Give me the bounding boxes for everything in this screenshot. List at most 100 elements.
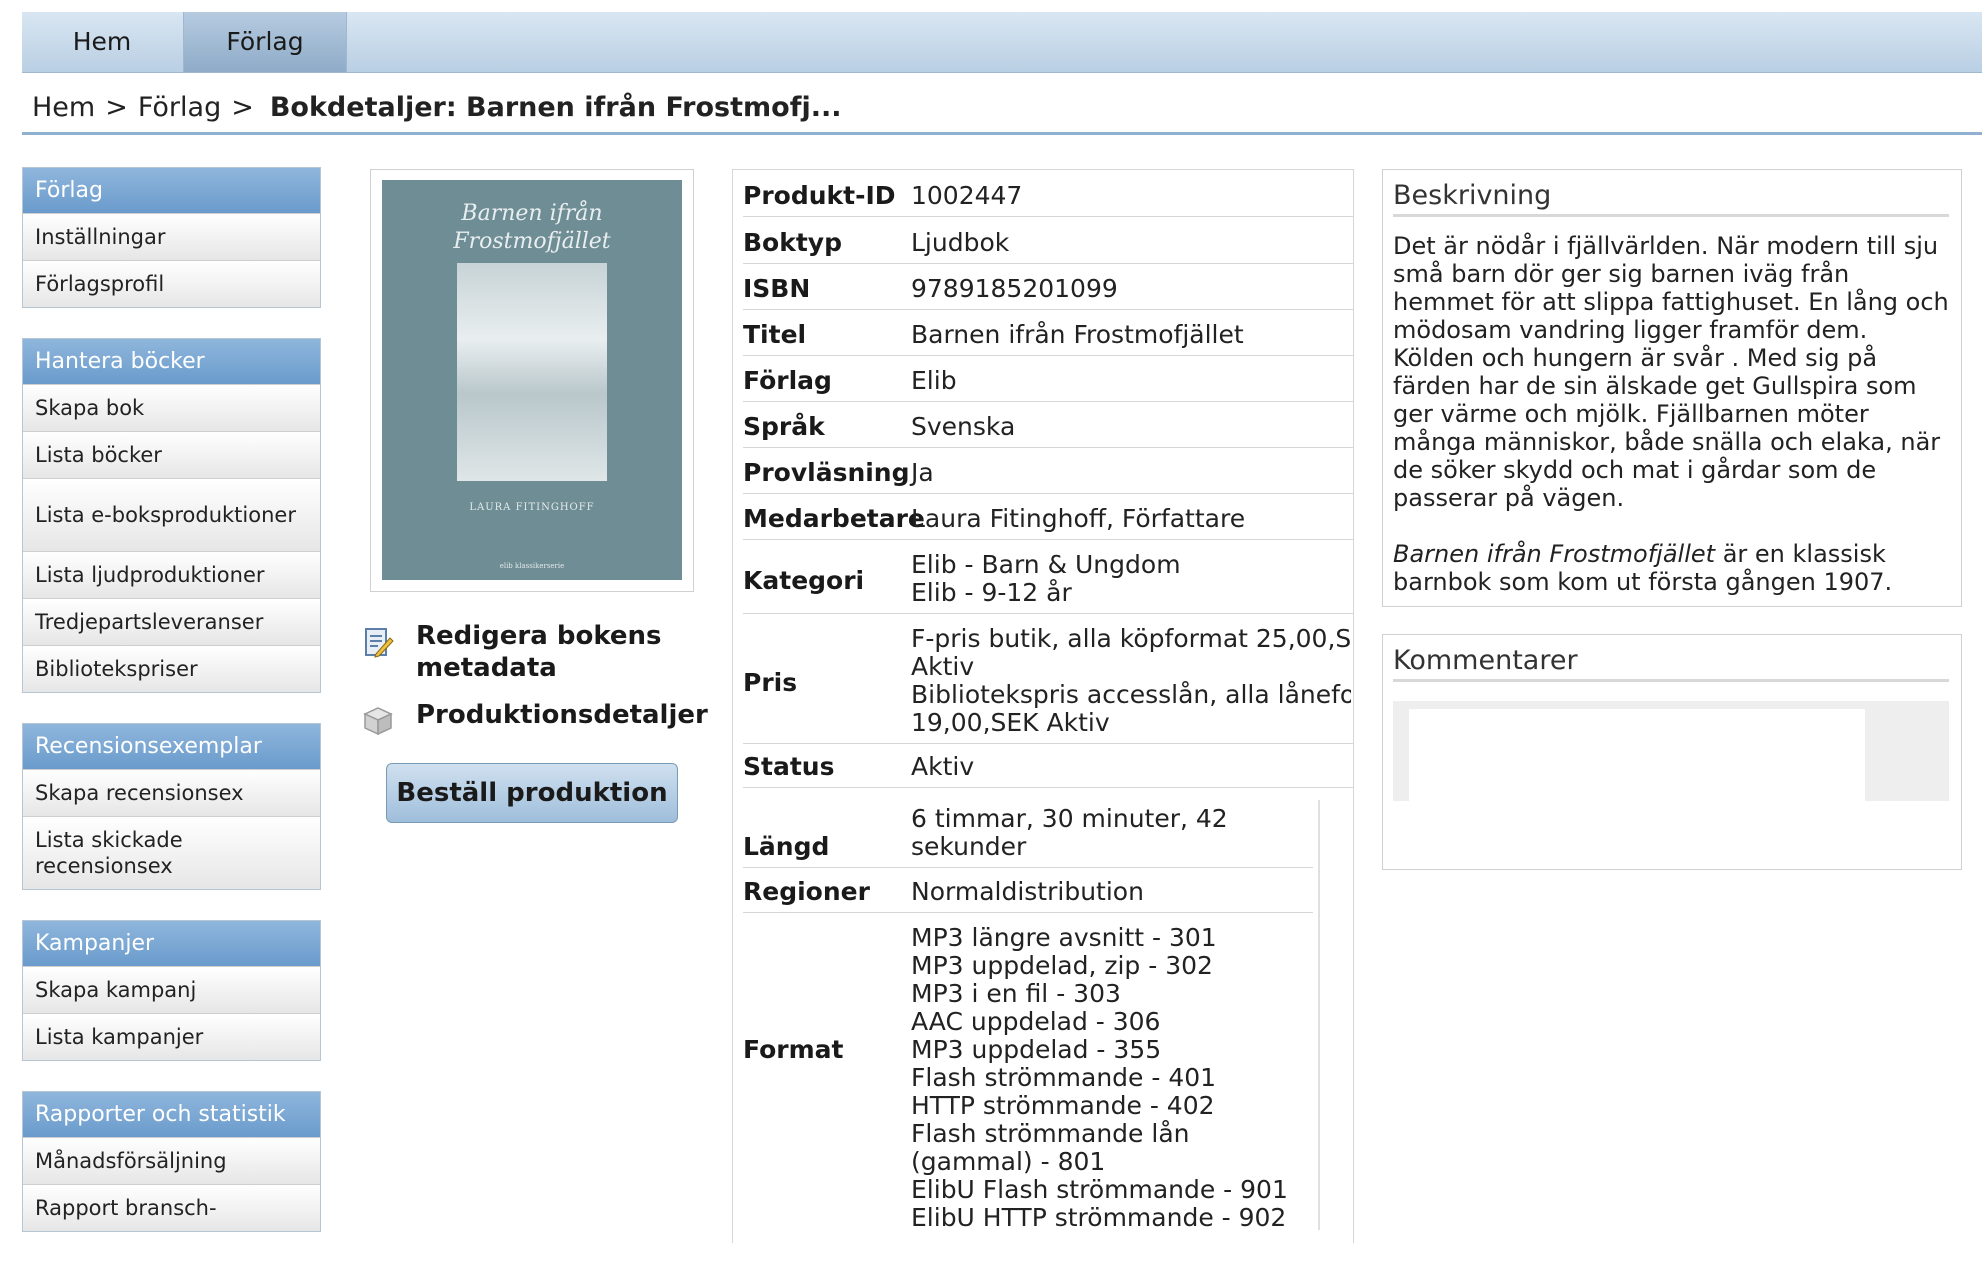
detail-key: Boktyp <box>743 228 842 257</box>
comments-panel: Kommentarer <box>1382 634 1962 870</box>
sidebar-group-hantera-bocker: Hantera böcker Skapa bok Lista böcker Li… <box>22 338 321 693</box>
description-paragraph-2: Barnen ifrån Frostmofjället är en klassi… <box>1393 540 1953 596</box>
detail-row-sprak: Språk Svenska <box>743 413 1353 448</box>
detail-value: Normaldistribution <box>911 877 1144 906</box>
sidebar-group-forlag: Förlag Inställningar Förlagsprofil <box>22 167 321 308</box>
sidebar-item-installningar[interactable]: Inställningar <box>23 213 320 260</box>
detail-key: ISBN <box>743 274 811 303</box>
detail-row-boktyp: Boktyp Ljudbok <box>743 229 1353 264</box>
edit-metadata-action[interactable]: Redigera bokens metadata <box>362 620 686 684</box>
detail-key: Regioner <box>743 877 870 906</box>
book-details-table: Produkt-ID 1002447 Boktyp Ljudbok ISBN 9… <box>732 169 1354 1243</box>
cover-title-line1: Barnen ifrån <box>461 201 603 226</box>
sidebar-item-skapa-kampanj[interactable]: Skapa kampanj <box>23 966 320 1013</box>
detail-row-provlasning: Provläsning Ja <box>743 459 1353 494</box>
sidebar-group-title: Kampanjer <box>23 921 320 966</box>
description-panel: Beskrivning Det är nödår i fjällvärlden.… <box>1382 169 1962 607</box>
sidebar-item-lista-skickade-recensionsex[interactable]: Lista skickade recensionsex <box>23 816 320 889</box>
detail-row-format: Format MP3 längre avsnitt - 301 MP3 uppd… <box>743 924 1313 1243</box>
detail-row-pris: Pris F-pris butik, alla köpformat 25,00,… <box>743 625 1353 744</box>
breadcrumb-hem-link[interactable]: Hem <box>32 92 95 123</box>
breadcrumb-separator: > <box>231 92 254 123</box>
detail-value: MP3 längre avsnitt - 301 MP3 uppdelad, z… <box>911 923 1288 1232</box>
book-cover-image: Barnen ifrån Frostmofjället LAURA FITING… <box>382 180 682 580</box>
detail-key: Status <box>743 752 835 781</box>
comments-area <box>1393 701 1949 801</box>
detail-row-medarbetare: Medarbetare Laura Fitinghoff, Författare <box>743 505 1353 540</box>
sidebar-item-rapport-bransch[interactable]: Rapport bransch- <box>23 1184 320 1231</box>
sidebar-item-lista-bocker[interactable]: Lista böcker <box>23 431 320 478</box>
detail-key: Kategori <box>743 566 865 595</box>
tab-forlag[interactable]: Förlag <box>183 12 347 72</box>
detail-value: Laura Fitinghoff, Författare <box>911 504 1246 533</box>
cover-winter-photo <box>457 263 607 481</box>
breadcrumb-separator: > <box>105 92 128 123</box>
detail-row-regioner: Regioner Normaldistribution <box>743 878 1313 913</box>
sidebar-group-recensionsexemplar: Recensionsexemplar Skapa recensionsex Li… <box>22 723 321 890</box>
detail-key: Provläsning <box>743 458 910 487</box>
sidebar-item-tredjepartsleveranser[interactable]: Tredjepartsleveranser <box>23 598 320 645</box>
detail-key: Format <box>743 1035 844 1064</box>
sidebar-item-lista-kampanjer[interactable]: Lista kampanjer <box>23 1013 320 1060</box>
sidebar-item-manadsforsaljning[interactable]: Månadsförsäljning <box>23 1137 320 1184</box>
detail-row-langd: Längd 6 timmar, 30 minuter, 42 sekunder <box>743 805 1313 868</box>
detail-value: F-pris butik, alla köpformat 25,00,S Akt… <box>911 625 1351 737</box>
table-column-divider <box>1318 800 1320 1230</box>
detail-value: Barnen ifrån Frostmofjället <box>911 320 1244 349</box>
production-details-action[interactable]: Produktionsdetaljer <box>362 699 708 737</box>
package-icon <box>362 705 394 737</box>
detail-key: Förlag <box>743 366 832 395</box>
detail-value: 6 timmar, 30 minuter, 42 sekunder <box>911 804 1228 861</box>
breadcrumb: Hem > Förlag > Bokdetaljer: Barnen ifrån Fro… <box>32 92 841 123</box>
breadcrumb-forlag-link[interactable]: Förlag <box>138 92 221 123</box>
breadcrumb-divider <box>22 132 1982 135</box>
sidebar-group-title: Förlag <box>23 168 320 213</box>
detail-value: 1002447 <box>911 181 1023 210</box>
description-text: Det är nödår i fjällvärlden. När modern … <box>1393 232 1953 624</box>
description-paragraph: Det är nödår i fjällvärlden. När modern … <box>1393 232 1949 512</box>
order-production-button[interactable]: Beställ produktion <box>386 763 678 823</box>
sidebar-item-forlagsprofil[interactable]: Förlagsprofil <box>23 260 320 307</box>
breadcrumb-current: Bokdetaljer: Barnen ifrån Frostmofj... <box>269 92 842 123</box>
detail-value: Ja <box>911 458 934 487</box>
sidebar-item-skapa-recensionsex[interactable]: Skapa recensionsex <box>23 769 320 816</box>
cover-publisher: elib klassikerserie <box>499 562 565 570</box>
cover-title-line2: Frostmofjället <box>453 229 611 254</box>
sidebar-group-title: Hantera böcker <box>23 339 320 384</box>
detail-key: Pris <box>743 668 798 697</box>
comments-title: Kommentarer <box>1393 645 1949 682</box>
production-details-link[interactable]: Produktionsdetaljer <box>416 699 708 731</box>
detail-key: Titel <box>743 320 807 349</box>
sidebar-item-lista-ljudproduktioner[interactable]: Lista ljudproduktioner <box>23 551 320 598</box>
sidebar-group-kampanjer: Kampanjer Skapa kampanj Lista kampanjer <box>22 920 321 1061</box>
sidebar-group-rapporter: Rapporter och statistik Månadsförsäljnin… <box>22 1091 321 1232</box>
detail-key: Medarbetare <box>743 504 925 533</box>
sidebar-item-skapa-bok[interactable]: Skapa bok <box>23 384 320 431</box>
comments-input[interactable] <box>1409 709 1865 801</box>
detail-row-kategori: Kategori Elib - Barn & Ungdom Elib - 9-1… <box>743 551 1353 614</box>
sidebar-item-lista-eboksproduktioner[interactable]: Lista e-boksproduktioner <box>23 478 320 551</box>
tab-hem[interactable]: Hem <box>22 12 182 72</box>
detail-row-isbn: ISBN 9789185201099 <box>743 275 1353 310</box>
detail-row-titel: Titel Barnen ifrån Frostmofjället <box>743 321 1353 356</box>
cover-title: Barnen ifrån Frostmofjället <box>382 200 682 256</box>
detail-value: Aktiv <box>911 752 975 781</box>
top-nav-bar: Hem Förlag <box>22 12 1982 73</box>
sidebar-item-bibliotekspriser[interactable]: Bibliotekspriser <box>23 645 320 692</box>
detail-key: Språk <box>743 412 825 441</box>
sidebar-group-title: Rapporter och statistik <box>23 1092 320 1137</box>
detail-value: Elib - Barn & Ungdom Elib - 9-12 år <box>911 550 1181 607</box>
detail-value: Svenska <box>911 412 1016 441</box>
detail-key: Produkt-ID <box>743 181 896 210</box>
detail-row-forlag: Förlag Elib <box>743 367 1353 402</box>
description-title: Beskrivning <box>1393 180 1949 217</box>
description-book-title: Barnen ifrån Frostmofjället <box>1393 540 1716 568</box>
detail-row-status: Status Aktiv <box>743 753 1353 788</box>
sidebar-group-title: Recensionsexemplar <box>23 724 320 769</box>
detail-value: Ljudbok <box>911 228 1010 257</box>
edit-document-icon <box>362 626 394 658</box>
edit-metadata-link[interactable]: Redigera bokens metadata <box>416 620 686 684</box>
book-cover-frame: Barnen ifrån Frostmofjället LAURA FITING… <box>370 169 694 592</box>
detail-row-produkt-id: Produkt-ID 1002447 <box>743 182 1353 217</box>
cover-author: LAURA FITINGHOFF <box>469 502 595 513</box>
